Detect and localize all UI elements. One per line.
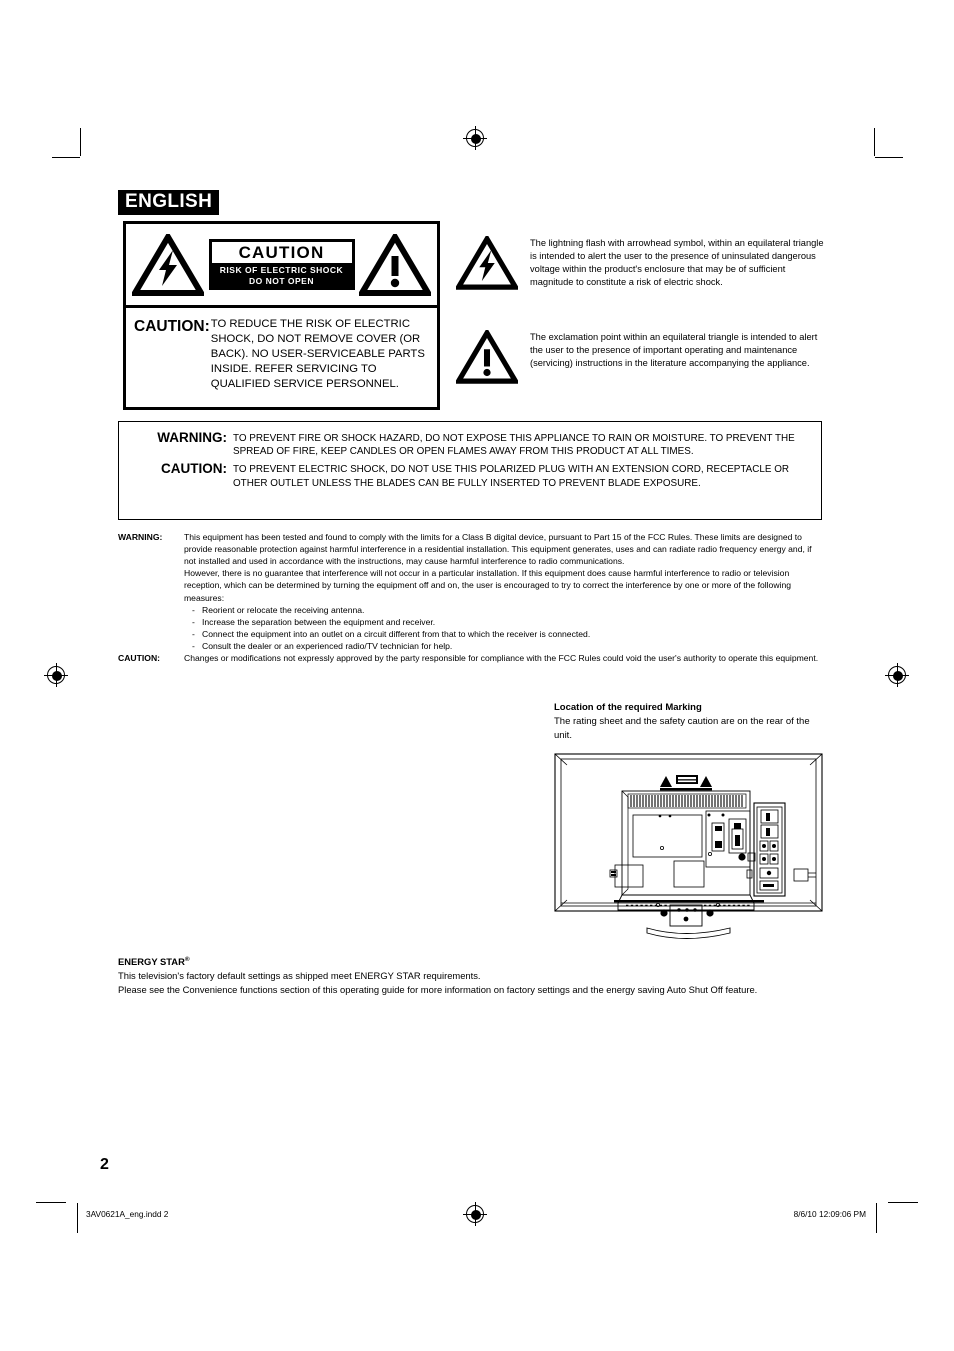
registration-mark-bottom <box>463 1202 487 1226</box>
language-badge: ENGLISH <box>118 190 220 215</box>
list-item-label: Connect the equipment into an outlet on … <box>202 628 591 639</box>
warning-text: TO PREVENT FIRE OR SHOCK HAZARD, DO NOT … <box>233 433 795 458</box>
warning-label: WARNING: <box>157 430 227 445</box>
fcc-caution-label: CAUTION: <box>118 653 161 664</box>
fcc-compliance-section: WARNING: This equipment has been tested … <box>118 531 824 664</box>
footer-bar-right <box>876 1203 878 1233</box>
energy-star-line1: This television's factory default settin… <box>118 970 481 982</box>
exclamation-triangle-icon <box>359 233 431 296</box>
crop-mark-top-right-horizontal <box>875 157 903 158</box>
caution-text: TO PREVENT ELECTRIC SHOCK, DO NOT USE TH… <box>233 464 790 489</box>
energy-star-section: ENERGY STAR® This television's factory d… <box>118 955 828 997</box>
caution-notice-header: CAUTION RISK OF ELECTRIC SHOCK DO NOT OP… <box>126 224 437 308</box>
fcc-caution-row: CAUTION: Changes or modifications not ex… <box>118 652 824 664</box>
page-number: 2 <box>100 1156 109 1173</box>
list-item-label: Reorient or relocate the receiving anten… <box>202 604 365 615</box>
footer-timestamp: 8/6/10 12:09:06 PM <box>793 1209 866 1219</box>
symbol-explanation-text: The lightning flash with arrowhead symbo… <box>530 238 824 288</box>
marking-location-title: Location of the required Marking <box>554 702 702 713</box>
list-item: - Connect the equipment into an outlet on… <box>184 628 824 640</box>
bullet-dash: - <box>192 604 195 615</box>
fcc-warning-row: WARNING: This equipment has been tested … <box>118 531 824 652</box>
registration-mark-left <box>44 663 68 687</box>
fcc-warning-paragraph-1: This equipment has been tested and found… <box>184 532 812 567</box>
caution-plate-title: CAUTION <box>211 241 352 264</box>
manual-page: ENGLISH CAUTION RISK OF ELECTRIC SHOCK D… <box>0 0 954 1351</box>
crop-mark-top-left-vertical <box>80 128 81 156</box>
caution-body-text: TO REDUCE THE RISK OF ELECTRIC SHOCK, DO… <box>210 318 425 391</box>
caution-notice-body-row: CAUTION: TO REDUCE THE RISK OF ELECTRIC … <box>126 308 437 392</box>
footer-rule-left <box>36 1202 66 1204</box>
exclamation-triangle-icon <box>456 330 518 384</box>
fcc-warning-paragraph-2: However, there is no guarantee that inte… <box>184 568 792 603</box>
warning-caution-box: WARNING: TO PREVENT FIRE OR SHOCK HAZARD… <box>118 421 822 520</box>
footer-bar-left <box>77 1203 79 1233</box>
list-item: - Increase the separation between the equ… <box>184 616 824 628</box>
caution-plate: CAUTION RISK OF ELECTRIC SHOCK DO NOT OP… <box>208 238 355 291</box>
symbol-explanation-exclamation: The exclamation point within an equilate… <box>456 330 826 384</box>
list-item: - Reorient or relocate the receiving ante… <box>184 604 824 616</box>
caution-row: CAUTION: TO PREVENT ELECTRIC SHOCK, DO N… <box>131 460 813 489</box>
bullet-dash: - <box>192 628 195 639</box>
caution-label: CAUTION: <box>134 318 210 335</box>
tv-rear-view-illustration <box>554 753 823 943</box>
fcc-warning-text: This equipment has been tested and found… <box>184 531 824 652</box>
caution-label: CAUTION: <box>161 461 227 477</box>
fcc-measures-list: - Reorient or relocate the receiving ante… <box>184 604 824 652</box>
registration-mark-top <box>463 126 487 150</box>
list-item-label: Increase the separation between the equi… <box>202 616 436 627</box>
bullet-dash: - <box>192 616 195 627</box>
energy-star-title-text: ENERGY STAR <box>118 956 185 968</box>
list-item-label: Consult the dealer or an experienced rad… <box>202 640 453 651</box>
fcc-warning-label: WARNING: <box>118 532 163 542</box>
footer-rule-right <box>888 1202 918 1204</box>
marking-location-section: Location of the required Marking The rat… <box>554 701 829 742</box>
lightning-bolt-triangle-icon <box>456 236 518 290</box>
registration-mark-right <box>885 663 909 687</box>
registered-mark: ® <box>184 956 190 963</box>
energy-star-line2: Please see the Convenience functions sec… <box>118 984 758 996</box>
caution-plate-line2: DO NOT OPEN <box>248 275 314 286</box>
caution-label-on-set <box>660 775 712 791</box>
symbol-explanation-text: The exclamation point within an equilate… <box>530 332 818 369</box>
marking-location-text: The rating sheet and the safety caution … <box>554 715 810 741</box>
symbol-explanation-lightning: The lightning flash with arrowhead symbo… <box>456 236 826 290</box>
crop-mark-top-right-vertical <box>874 128 875 156</box>
bullet-dash: - <box>192 640 195 651</box>
crop-mark-top-left-horizontal <box>52 157 80 158</box>
list-item: - Consult the dealer or an experienced ra… <box>184 640 824 652</box>
caution-plate-line1: RISK OF ELECTRIC SHOCK <box>219 265 344 276</box>
energy-star-title: ENERGY STAR® <box>118 955 828 969</box>
lightning-bolt-triangle-icon <box>132 233 204 296</box>
caution-notice-box: CAUTION RISK OF ELECTRIC SHOCK DO NOT OP… <box>123 221 440 410</box>
footer-filename: 3AV0621A_eng.indd 2 <box>86 1209 169 1219</box>
warning-row: WARNING: TO PREVENT FIRE OR SHOCK HAZARD… <box>131 429 813 458</box>
fcc-caution-text: Changes or modifications not expressly a… <box>184 653 819 664</box>
